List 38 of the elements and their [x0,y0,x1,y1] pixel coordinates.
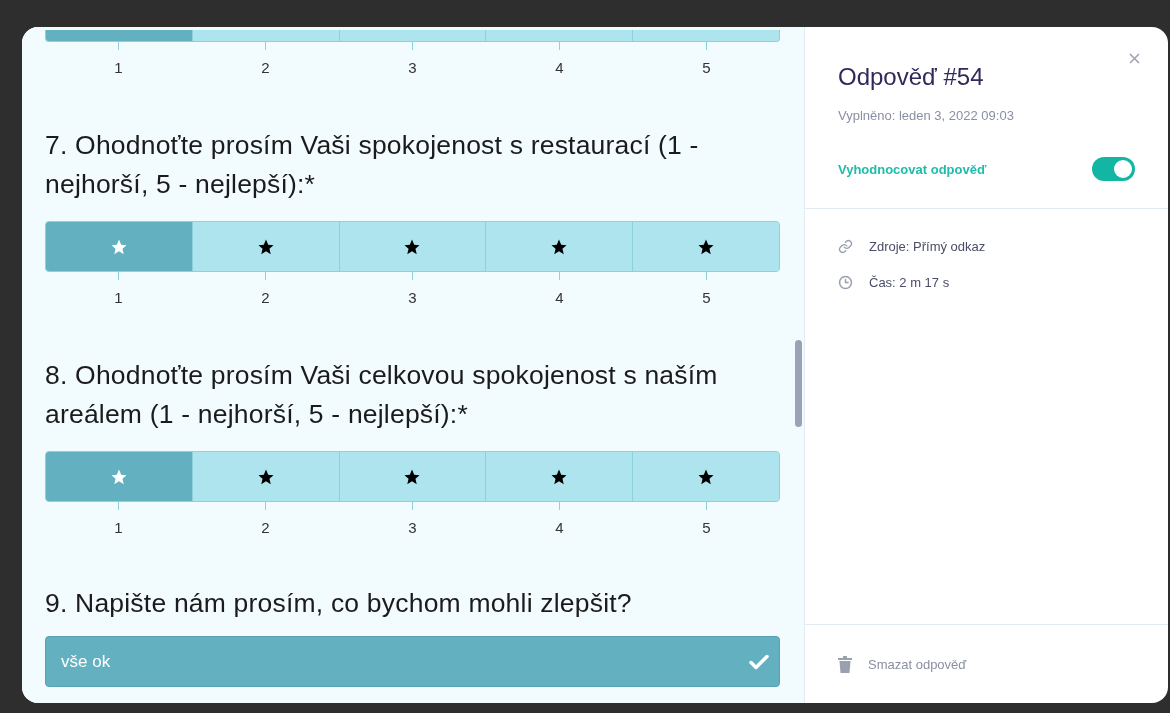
rating-number: 2 [261,289,270,306]
rating-number: 3 [408,519,417,536]
rating-number: 3 [408,289,417,306]
question-title: 8. Ohodnoťte prosím Vaši celkovou spokojenost s naším areálem (1 - nejhorší, 5 - nejlepší):* [45,359,719,431]
info-text: Zdroje: Přímý odkaz [869,239,986,254]
rating-number: 5 [702,289,711,306]
rating-number: 3 [408,59,417,76]
rating-number: 1 [114,289,123,306]
rating-option[interactable] [46,452,192,501]
info-text: Čas: 2 m 17 s [869,275,950,290]
toggle-label: Vyhodnocovat odpověď [838,161,987,177]
rating-number: 4 [555,519,564,536]
rating-number: 5 [702,519,711,536]
rating-number: 5 [702,59,711,76]
rating-option[interactable] [632,30,779,41]
rating-number: 1 [114,519,123,536]
rating-option[interactable] [46,222,192,271]
question-title: 7. Ohodnoťte prosím Vaši spokojenost s restaurací (1 - nejhorší, 5 - nejlepší):* [45,129,700,201]
rating-option[interactable] [632,222,779,271]
rating-option[interactable] [632,452,779,501]
close-icon [1129,53,1140,64]
clock-icon [838,275,853,290]
panel-title: Odpověď #54 [838,63,985,91]
scrollbar[interactable] [795,340,802,427]
rating-number: 4 [555,289,564,306]
evaluate-toggle[interactable] [1092,157,1135,181]
close-button[interactable] [1127,51,1142,66]
question-title: 9. Napište nám prosím, co bychom mohli zlepšit? [45,587,633,620]
link-icon [838,239,853,254]
rating-option[interactable] [46,30,192,41]
answer-field[interactable]: vše ok [45,636,780,687]
rating-number: 2 [261,59,270,76]
filled-date: Vyplněno: leden 3, 2022 09:03 [838,108,1015,123]
rating-number: 4 [555,59,564,76]
trash-icon [838,655,852,673]
rating-number: 1 [114,59,123,76]
rating-number: 2 [261,519,270,536]
delete-button[interactable]: Smazat odpověď [838,655,967,673]
